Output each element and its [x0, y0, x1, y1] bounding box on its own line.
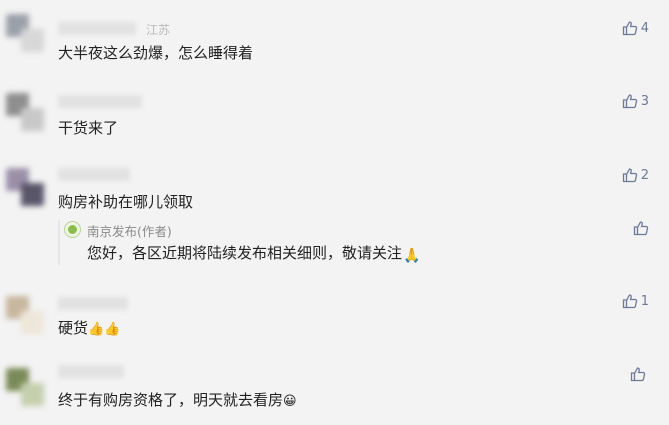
comment-text: 购房补助在哪儿领取: [58, 193, 194, 211]
avatar[interactable]: [6, 14, 44, 52]
avatar[interactable]: [6, 168, 44, 206]
nickname-blurred[interactable]: [58, 365, 124, 378]
comment-2: 干货来了 3: [0, 80, 669, 155]
nickname-blurred[interactable]: [58, 22, 136, 35]
comment-text: 大半夜这么劲爆，怎么睡得着: [58, 44, 254, 62]
nickname-blurred[interactable]: [58, 95, 142, 108]
like-button[interactable]: 3: [622, 93, 649, 109]
thumbs-up-icon: [622, 93, 638, 109]
thumbs-up-icon: [622, 167, 638, 183]
nickname-blurred[interactable]: [58, 297, 128, 310]
reply-text: 您好，各区近期将陆续发布相关细则，敬请关注🙏: [87, 244, 421, 264]
reply-divider: [58, 220, 60, 265]
author-reply: 南京发布(作者) 您好，各区近期将陆续发布相关细则，敬请关注🙏: [58, 220, 658, 269]
nanjing-release-logo-icon: [64, 221, 81, 238]
like-count: 4: [640, 20, 649, 36]
like-count: 1: [640, 293, 649, 309]
comment-5: 终于有购房资格了，明天就去看房😀: [0, 355, 669, 425]
thumbs-up-icon: [622, 20, 638, 36]
comment-3: 购房补助在哪儿领取 2 南京发布(作者) 您好，各区近期将陆续发布相关细则，敬请…: [0, 155, 669, 285]
comment-text: 终于有购房资格了，明天就去看房😀: [58, 391, 297, 409]
like-count: 2: [640, 167, 649, 183]
praying-hands-emoji: 🙏: [403, 248, 421, 264]
like-button[interactable]: 4: [622, 20, 649, 36]
nickname-blurred[interactable]: [58, 168, 130, 181]
thumbs-up-icon: [630, 366, 646, 382]
comment-text: 干货来了: [58, 119, 119, 137]
reply-like-button[interactable]: [633, 220, 649, 236]
comment-text: 硬货👍👍: [58, 319, 121, 337]
thumbs-up-icon: [622, 293, 638, 309]
reply-author[interactable]: 南京发布(作者): [87, 221, 172, 240]
avatar[interactable]: [6, 93, 44, 131]
like-button[interactable]: 2: [622, 167, 649, 183]
thumbs-up-emoji: 👍👍: [88, 322, 121, 337]
avatar[interactable]: [6, 296, 44, 334]
like-button[interactable]: [630, 366, 649, 382]
like-button[interactable]: 1: [622, 293, 649, 309]
avatar[interactable]: [6, 368, 44, 406]
smile-emoji: 😀: [283, 394, 297, 409]
comment-4: 硬货👍👍 1: [0, 285, 669, 355]
like-count: 3: [640, 93, 649, 109]
thumbs-up-icon: [633, 220, 649, 236]
comment-1: 江苏 大半夜这么劲爆，怎么睡得着 4: [0, 0, 669, 80]
location-label: 江苏: [146, 23, 171, 37]
